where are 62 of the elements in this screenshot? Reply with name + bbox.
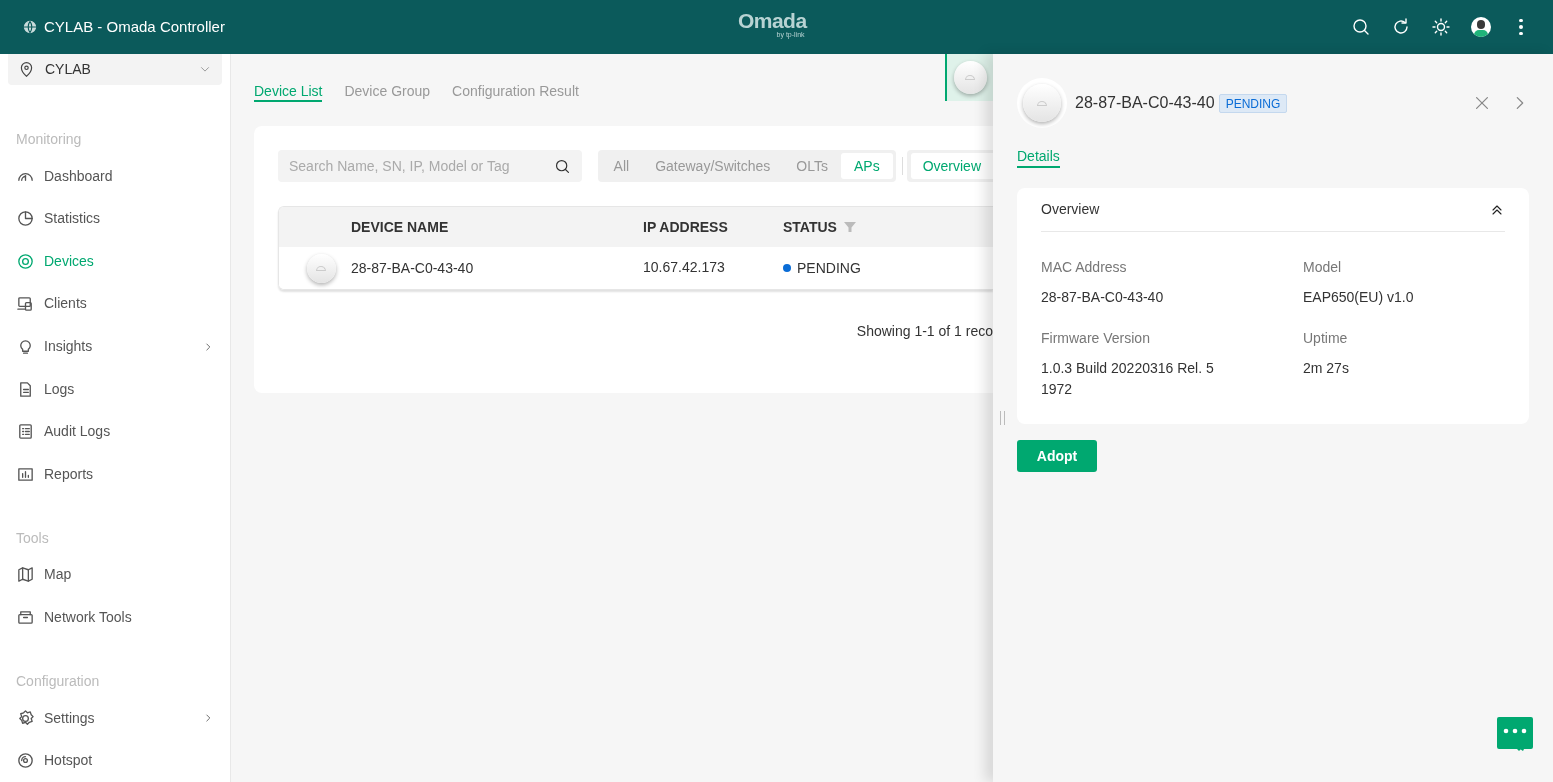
sidebar-item[interactable]: Logs — [0, 367, 230, 411]
field-label: Uptime — [1303, 329, 1349, 348]
sidebar-item[interactable]: Map — [0, 553, 230, 597]
field-value: 2m 27s — [1303, 359, 1350, 378]
avatar-button[interactable] — [1471, 17, 1491, 37]
field-value: EAP650(EU) v1.0 — [1303, 288, 1415, 307]
section-heading: Configuration — [15, 671, 101, 691]
column-header: IP ADDRESS — [643, 217, 729, 237]
refresh-icon — [1391, 17, 1411, 37]
access-point-image — [1023, 84, 1061, 122]
column-header: STATUS — [783, 217, 837, 237]
field-value: 28-87-BA-C0-43-40 — [1041, 288, 1165, 307]
globe-icon — [22, 19, 38, 35]
access-point-image — [953, 61, 987, 94]
search-icon — [553, 157, 571, 175]
sidebar-item[interactable]: Hotspot — [0, 739, 230, 782]
drawer-title: 28-87-BA-C0-43-40 — [1075, 93, 1215, 113]
field-label: Model — [1303, 258, 1343, 277]
sidebar-item[interactable]: Network Tools — [0, 596, 230, 639]
target-icon — [16, 251, 35, 271]
list-icon — [16, 422, 35, 442]
chat-icon[interactable] — [1497, 717, 1533, 751]
search-icon — [1351, 17, 1371, 37]
location-pin-icon — [18, 61, 35, 78]
field-label: MAC Address — [1041, 258, 1128, 277]
search-input[interactable]: Search Name, SN, IP, Model or Tag — [289, 155, 554, 177]
theme-button[interactable] — [1431, 17, 1451, 37]
field-label: Firmware Version — [1041, 329, 1151, 348]
pagination-summary: Showing 1-1 of 1 reco — [856, 322, 993, 341]
logo: Omada — [738, 10, 807, 31]
resize-handle[interactable] — [1000, 411, 1005, 425]
sidebar-item[interactable]: Insights — [0, 325, 230, 368]
close-icon — [1473, 94, 1491, 112]
settings-icon — [16, 708, 35, 728]
section-heading: Tools — [15, 528, 50, 548]
hotspot-icon — [16, 751, 35, 771]
sidebar-item[interactable]: Reports — [0, 453, 230, 496]
site-selector[interactable]: CYLAB — [8, 54, 222, 85]
sidebar-item[interactable]: Audit Logs — [0, 410, 230, 453]
sidebar-item[interactable]: Statistics — [0, 197, 230, 241]
table-cell-text: 10.67.42.173 — [643, 257, 726, 277]
status-text: PENDING — [797, 258, 861, 278]
section-title: Overview — [1041, 200, 1100, 219]
monitor-icon — [16, 294, 35, 314]
status-badge: PENDING — [1218, 93, 1288, 113]
field-value: 1.0.3 Build 20220316 Rel. 5 1972 — [1041, 359, 1215, 399]
close-button[interactable] — [1473, 94, 1491, 112]
access-point-image — [306, 253, 336, 283]
column-header: DEVICE NAME — [351, 217, 450, 237]
sidebar-item[interactable]: Settings — [0, 696, 230, 740]
window-title: CYLAB - Omada Controller — [44, 16, 225, 37]
sidebar-item[interactable]: Dashboard — [0, 154, 230, 198]
device-drawer-tab[interactable] — [945, 54, 993, 101]
section-heading: Monitoring — [15, 129, 83, 149]
table-cell-text: 28-87-BA-C0-43-40 — [351, 258, 475, 278]
map-icon — [16, 565, 35, 585]
sidebar-item[interactable]: Clients — [0, 282, 230, 326]
search-field[interactable]: Search Name, SN, IP, Model or Tag — [278, 150, 582, 182]
search-button[interactable] — [1351, 17, 1371, 37]
pie-chart-icon — [16, 209, 35, 229]
sun-icon — [1431, 17, 1451, 37]
refresh-button[interactable] — [1391, 17, 1411, 37]
